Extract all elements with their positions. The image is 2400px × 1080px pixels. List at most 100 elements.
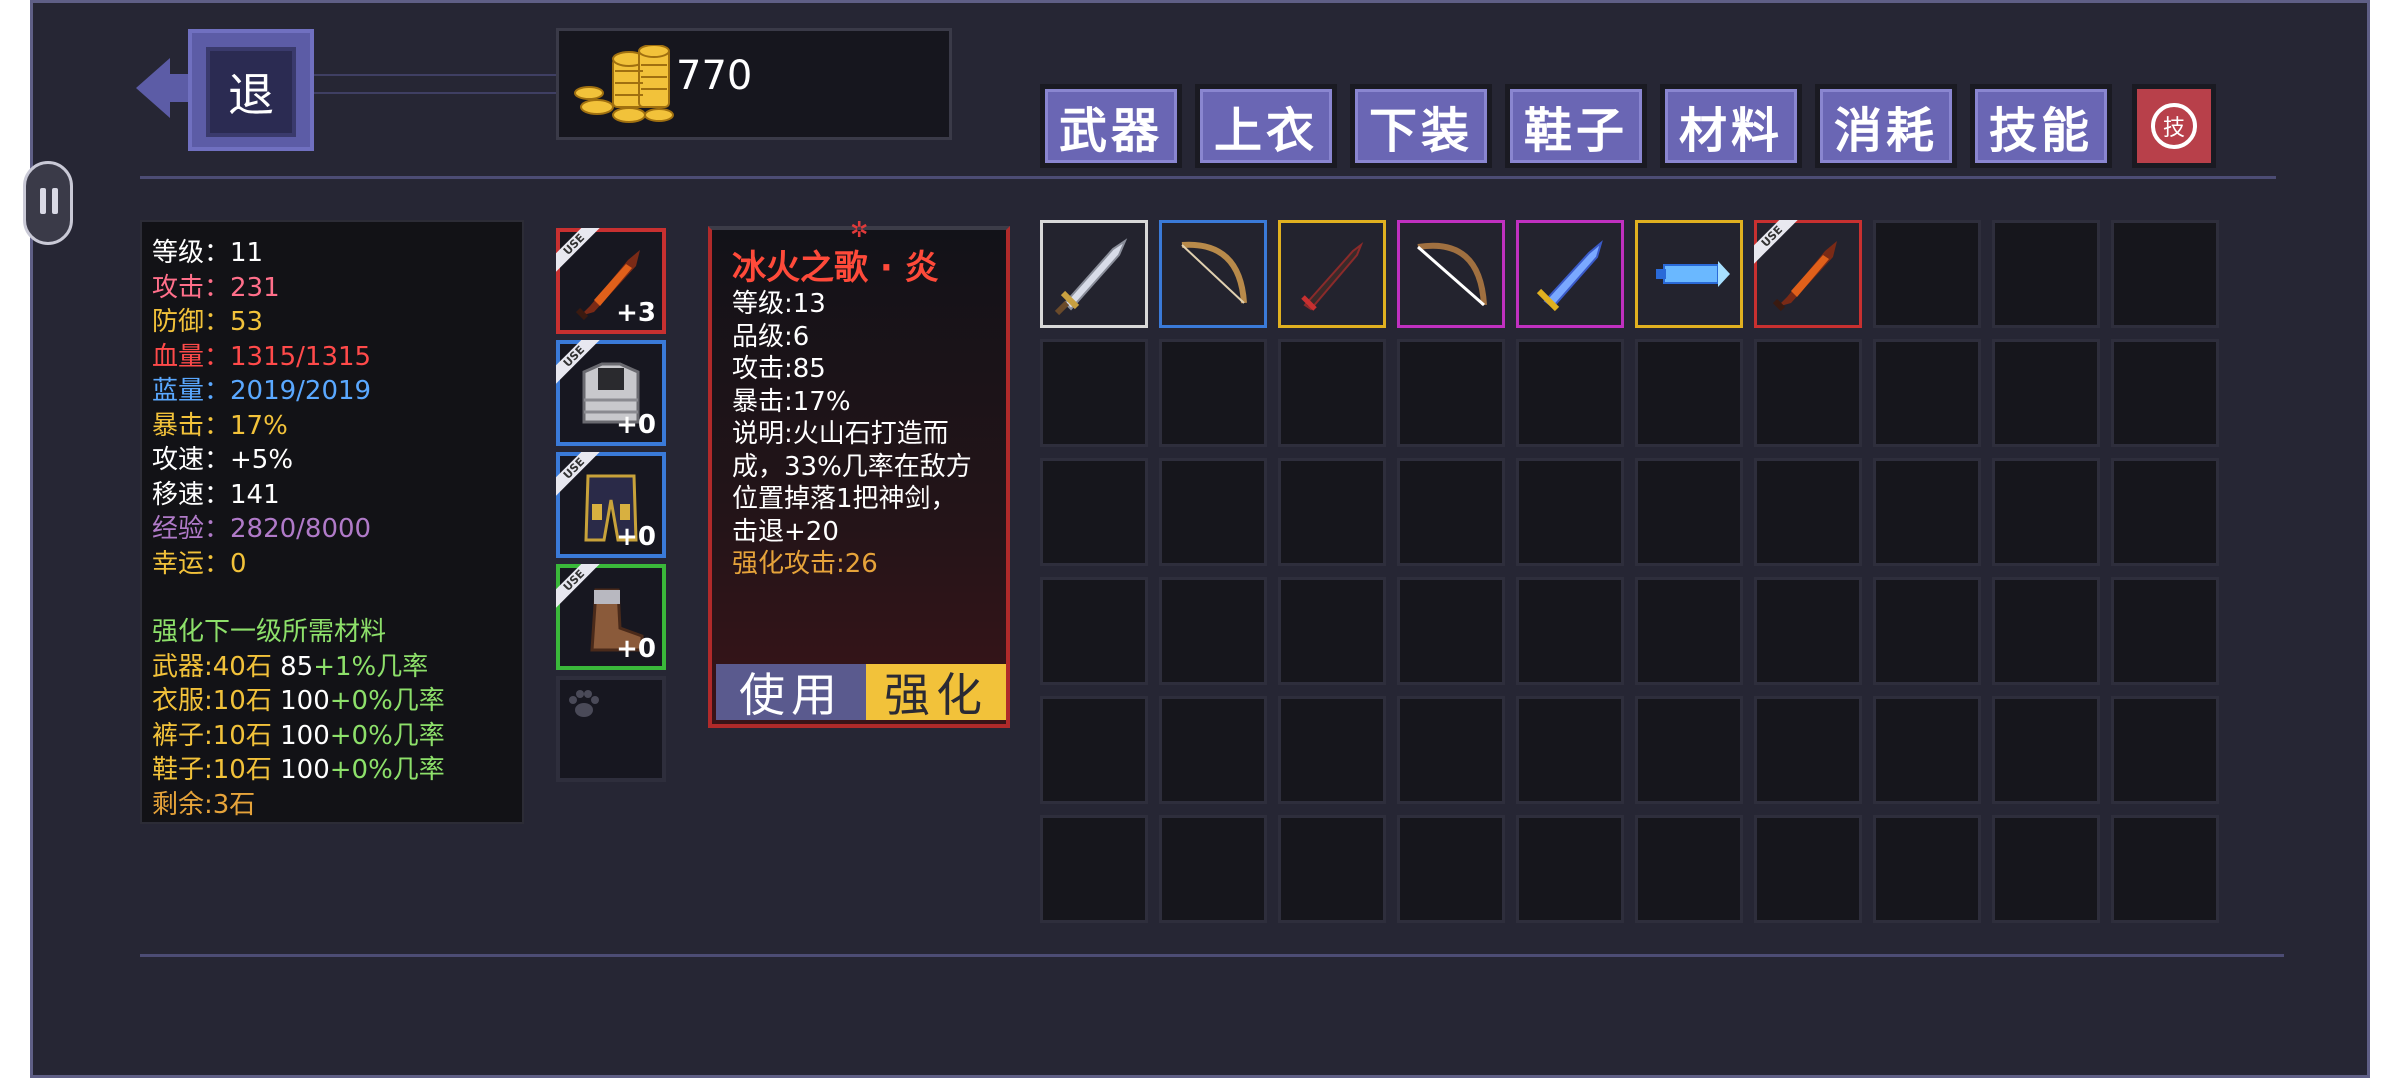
inventory-slot[interactable] xyxy=(1754,577,1862,685)
dark-blade-icon xyxy=(1301,242,1364,311)
inventory-slot[interactable] xyxy=(1635,815,1743,923)
inventory-slot[interactable] xyxy=(1635,220,1743,328)
stat-crit: 暴击：17% xyxy=(152,410,288,441)
use-button[interactable]: 使用 xyxy=(716,664,866,722)
upgrade-weapon-rate: +1%几率 xyxy=(313,651,429,682)
inventory-slot[interactable] xyxy=(1278,458,1386,566)
inventory-slot[interactable] xyxy=(1992,577,2100,685)
inventory-slot[interactable] xyxy=(1635,339,1743,447)
tab-bottom[interactable]: 下装 xyxy=(1350,84,1492,168)
back-button-label: 退 xyxy=(206,47,296,137)
tab-skills[interactable]: 技能 xyxy=(1970,84,2112,168)
inventory-slot[interactable] xyxy=(2111,339,2219,447)
back-button[interactable]: 退 xyxy=(188,29,314,151)
equip-slot-pants[interactable]: USE +0 xyxy=(556,452,666,558)
upgrade-shoes-label: 鞋子:10石 xyxy=(152,755,272,785)
inventory-slot[interactable] xyxy=(1040,458,1148,566)
inventory-slot[interactable] xyxy=(1516,696,1624,804)
inventory-slot[interactable] xyxy=(1873,577,1981,685)
inventory-slot[interactable] xyxy=(1040,815,1148,923)
stat-defense: 防御：53 xyxy=(152,307,264,337)
inventory-slot[interactable] xyxy=(1516,339,1624,447)
inventory-slot[interactable] xyxy=(1516,815,1624,923)
gold-coins-icon xyxy=(574,45,674,123)
inventory-slot[interactable] xyxy=(1635,696,1743,804)
inventory-slot[interactable]: USE xyxy=(1754,220,1862,328)
inventory-slot[interactable] xyxy=(1873,815,1981,923)
gold-value: 770 xyxy=(676,53,753,99)
upgrade-shoes-base: 100 xyxy=(280,755,330,785)
inventory-slot[interactable] xyxy=(1159,696,1267,804)
inventory-slot[interactable] xyxy=(1278,220,1386,328)
inventory-slot[interactable] xyxy=(1992,458,2100,566)
inventory-slot[interactable] xyxy=(1397,815,1505,923)
equip-slot-armor[interactable]: USE +0 xyxy=(556,340,666,446)
inventory-slot[interactable] xyxy=(1873,220,1981,328)
inventory-slot[interactable] xyxy=(1754,696,1862,804)
use-tag: USE xyxy=(556,228,608,280)
equip-slot-pet[interactable] xyxy=(556,676,666,782)
item-detail-panel: ✲ 冰火之歌 · 炎 等级:13 品级:6 攻击:85 暴击:17% 说明:火山… xyxy=(708,218,1010,728)
tab-shoes[interactable]: 鞋子 xyxy=(1505,84,1647,168)
inventory-slot[interactable] xyxy=(1040,339,1148,447)
stat-mp: 蓝量：2019/2019 xyxy=(152,376,372,406)
tab-materials[interactable]: 材料 xyxy=(1660,84,1802,168)
inventory-slot[interactable] xyxy=(1873,696,1981,804)
inventory-slot[interactable] xyxy=(1516,220,1624,328)
enhance-button[interactable]: 强化 xyxy=(866,664,1006,722)
inventory-slot[interactable] xyxy=(1159,220,1267,328)
inventory-slot[interactable] xyxy=(1992,339,2100,447)
tab-weapon[interactable]: 武器 xyxy=(1040,84,1182,168)
inventory-slot[interactable] xyxy=(2111,577,2219,685)
inventory-slot[interactable] xyxy=(1159,815,1267,923)
tab-consumables[interactable]: 消耗 xyxy=(1815,84,1957,168)
upgrade-pants-rate: +0%几率 xyxy=(329,720,445,751)
inventory-slot[interactable] xyxy=(1159,339,1267,447)
skill-swap-icon: 技 xyxy=(2151,103,2197,149)
inventory-slot[interactable] xyxy=(1992,815,2100,923)
inventory-slot[interactable] xyxy=(1754,815,1862,923)
pause-icon[interactable] xyxy=(23,161,73,245)
use-tag: USE xyxy=(556,564,608,616)
equip-slot-shoes[interactable]: USE +0 xyxy=(556,564,666,670)
inventory-slot[interactable] xyxy=(1754,339,1862,447)
inventory-slot[interactable] xyxy=(1159,458,1267,566)
inventory-slot[interactable] xyxy=(1992,220,2100,328)
inventory-slot[interactable] xyxy=(1754,458,1862,566)
inventory-slot[interactable] xyxy=(1397,696,1505,804)
inventory-slot[interactable] xyxy=(1040,220,1148,328)
inventory-slot[interactable] xyxy=(2111,458,2219,566)
item-level: 等级:13 xyxy=(732,289,826,319)
inventory-slot[interactable] xyxy=(1873,458,1981,566)
inventory-slot[interactable] xyxy=(1397,577,1505,685)
upgrade-weapon-base: 85 xyxy=(280,651,314,682)
inventory-slot[interactable] xyxy=(2111,815,2219,923)
inventory-slot[interactable] xyxy=(1040,577,1148,685)
use-tag: USE xyxy=(556,340,608,392)
inventory-slot[interactable] xyxy=(1278,577,1386,685)
inventory-slot[interactable] xyxy=(1040,696,1148,804)
inventory-slot[interactable] xyxy=(1516,458,1624,566)
silver-sword-icon xyxy=(1054,238,1128,316)
inventory-slot[interactable] xyxy=(1397,458,1505,566)
long-bow-icon xyxy=(1417,242,1487,307)
inventory-slot[interactable] xyxy=(1873,339,1981,447)
upgrade-pants: 裤子:10石 100+0%几率 xyxy=(152,719,512,754)
inventory-slot[interactable] xyxy=(1159,577,1267,685)
top-divider xyxy=(140,176,2276,179)
inventory-slot[interactable] xyxy=(1278,696,1386,804)
inventory-slot[interactable] xyxy=(1635,458,1743,566)
inventory-slot[interactable] xyxy=(1635,577,1743,685)
inventory-slot[interactable] xyxy=(2111,220,2219,328)
upgrade-clothes-rate: +0%几率 xyxy=(329,686,445,716)
tab-top[interactable]: 上衣 xyxy=(1195,84,1337,168)
skill-swap-button[interactable]: 技 xyxy=(2132,84,2216,168)
inventory-slot[interactable] xyxy=(1516,577,1624,685)
inventory-slot[interactable] xyxy=(1992,696,2100,804)
inventory-slot[interactable] xyxy=(1397,339,1505,447)
inventory-slot[interactable] xyxy=(1397,220,1505,328)
inventory-slot[interactable] xyxy=(1278,815,1386,923)
inventory-slot[interactable] xyxy=(1278,339,1386,447)
equip-slot-weapon[interactable]: USE +3 xyxy=(556,228,666,334)
inventory-slot[interactable] xyxy=(2111,696,2219,804)
